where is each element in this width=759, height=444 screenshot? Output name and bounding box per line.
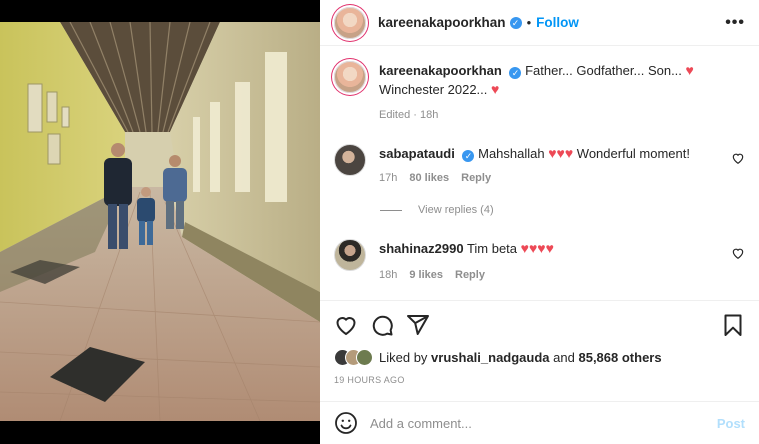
divider-line [380, 209, 402, 211]
comment-time[interactable]: 18h [379, 269, 397, 281]
red-heart-icon: ♥ [556, 145, 565, 161]
caption-body: kareenakapoorkhan ✓ Father... Godfather.… [379, 61, 719, 99]
verified-icon: ✓ [509, 16, 522, 29]
comment-body: shahinaz2990 Tim beta ♥♥♥♥ [379, 239, 719, 258]
caption-text-2: Winchester 2022... [379, 82, 488, 97]
post-actions: Liked by vrushali_nadgauda and 85,868 ot… [320, 300, 759, 385]
post-comment-button[interactable]: Post [717, 416, 745, 431]
reply-button[interactable]: Reply [461, 172, 491, 184]
commenter-username[interactable]: sabapataudi [379, 146, 455, 161]
heart-icon[interactable] [334, 313, 358, 337]
caption-meta: Edited · 18h [379, 109, 439, 121]
comment-text-after: Wonderful moment! [576, 146, 690, 161]
action-icons [334, 313, 745, 337]
red-heart-icon: ♥ [520, 240, 529, 256]
red-heart-icon: ♥ [491, 81, 500, 97]
verified-icon: ✓ [462, 150, 475, 162]
author-avatar[interactable] [334, 6, 366, 39]
commenter-username[interactable]: shahinaz2990 [379, 241, 464, 256]
red-heart-icon: ♥ [564, 145, 574, 161]
red-heart-icon: ♥ [545, 240, 554, 256]
comment-body: sabapataudi ✓ Mahshallah ♥♥♥ Wonderful m… [379, 144, 719, 163]
comment-meta: 18h 9 likes Reply [379, 269, 485, 281]
liked-by-others[interactable]: 85,868 others [578, 350, 661, 365]
post-header: kareenakapoorkhan ✓ • Follow ••• [320, 0, 759, 46]
caption-avatar[interactable] [334, 61, 366, 93]
reply-button[interactable]: Reply [455, 269, 485, 281]
comments-list[interactable]: kareenakapoorkhan ✓ Father... Godfather.… [320, 47, 759, 300]
add-comment-bar: Post [320, 401, 759, 444]
caption-username[interactable]: kareenakapoorkhan [379, 63, 502, 78]
view-replies-label[interactable]: View replies (4) [418, 204, 494, 216]
comment-likes[interactable]: 80 likes [409, 172, 449, 184]
red-heart-icon: ♥ [548, 145, 557, 161]
liked-by-and: and [553, 350, 575, 365]
edited-label: Edited [379, 109, 411, 121]
emoji-icon[interactable] [334, 411, 358, 435]
comment-like-icon[interactable] [731, 246, 745, 260]
commenter-avatar[interactable] [334, 239, 366, 271]
post-photo[interactable] [0, 0, 320, 444]
verified-icon: ✓ [509, 67, 522, 79]
likes-summary: Liked by vrushali_nadgauda and 85,868 ot… [334, 349, 745, 366]
liker-avatar[interactable] [356, 349, 373, 366]
comment-text: Tim beta [466, 241, 518, 256]
comment-time[interactable]: 17h [379, 172, 397, 184]
post-timestamp[interactable]: 19 HOURS AGO [334, 375, 745, 385]
liked-by-user[interactable]: vrushali_nadgauda [431, 350, 549, 365]
bookmark-icon[interactable] [721, 313, 745, 337]
separator-dot: • [526, 15, 532, 30]
follow-button[interactable]: Follow [536, 15, 579, 30]
red-heart-icon: ♥ [685, 62, 694, 78]
comment-like-icon[interactable] [731, 151, 745, 165]
red-heart-icon: ♥ [537, 240, 546, 256]
cloister-photo [0, 22, 320, 421]
comment-text: Mahshallah [478, 146, 545, 161]
author-username[interactable]: kareenakapoorkhan [378, 15, 506, 30]
comment-likes[interactable]: 9 likes [409, 269, 443, 281]
share-icon[interactable] [406, 313, 430, 337]
comment-input[interactable] [370, 415, 717, 431]
more-options-icon[interactable]: ••• [725, 14, 745, 32]
comment-icon[interactable] [370, 313, 394, 337]
caption-text-1: Father... Godfather... Son... [525, 63, 682, 78]
comment-meta: 17h 80 likes Reply [379, 172, 491, 184]
post-panel: kareenakapoorkhan ✓ • Follow ••• kareena… [320, 0, 759, 444]
commenter-avatar[interactable] [334, 144, 366, 176]
view-replies[interactable]: View replies (4) [380, 204, 494, 216]
caption-time[interactable]: 18h [420, 109, 438, 121]
likes-text: Liked by vrushali_nadgauda and 85,868 ot… [379, 350, 662, 365]
liked-by-prefix: Liked by [379, 350, 428, 365]
